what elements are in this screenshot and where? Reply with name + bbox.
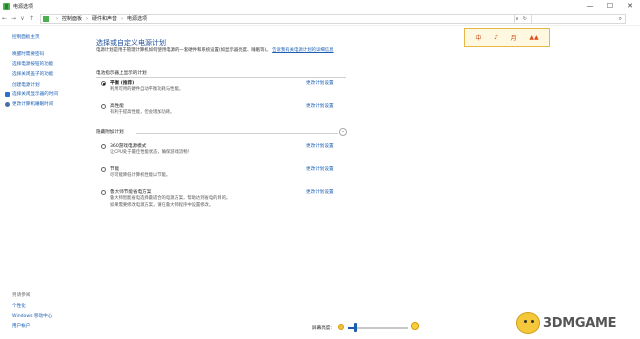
maximize-button[interactable]: ☐: [600, 0, 620, 12]
breadcrumb-power-options[interactable]: 电源选项: [127, 15, 147, 22]
plan-radio-power-saver[interactable]: [101, 167, 106, 172]
see-also-user-accounts[interactable]: 用户帐户: [12, 323, 30, 329]
see-also-mobility-center[interactable]: Windows 移动中心: [12, 313, 52, 319]
sidebar-link-display-off[interactable]: 选择关闭显示器的时间: [5, 91, 58, 97]
breadcrumb-hardware-sound[interactable]: 硬件和声音: [92, 15, 117, 22]
control-panel-icon: [43, 15, 49, 22]
watermark-text: 3DMGAME: [543, 315, 617, 331]
plan-radio-ludashi[interactable]: [101, 190, 106, 195]
plan-desc: 尽可能降低计算机性能以节能。: [110, 173, 171, 178]
breadcrumb-control-panel[interactable]: 控制面板: [62, 15, 82, 22]
plan-desc: 如果需要修改电源方案，请在鲁大师程序中设置修改。: [110, 203, 214, 208]
page-title: 选择或自定义电源计划: [96, 39, 166, 47]
plan-name: 高性能: [110, 104, 124, 109]
window-title: 电源选项: [13, 3, 34, 10]
watermark-logo: [516, 312, 540, 334]
brightness-slider[interactable]: [348, 327, 408, 329]
title-bar: 电源选项 — ☐ ✕: [0, 0, 640, 12]
see-also-heading: 另请参阅: [12, 293, 31, 298]
minimize-button[interactable]: —: [580, 0, 600, 12]
plan-desc: 有利于提高性能，但会增加功耗。: [110, 110, 175, 115]
plan-radio-360-game[interactable]: [101, 144, 106, 149]
sidebar-link-sleep[interactable]: 更改计算机睡眠时间: [5, 101, 53, 107]
power-options-icon: [3, 2, 10, 10]
moon-icon: [5, 101, 10, 107]
change-plan-link[interactable]: 更改计划设置: [306, 143, 334, 149]
plan-desc: 利用可用的硬件自动平衡功耗与性能。: [110, 87, 184, 92]
watermark: 3DMGAME: [516, 310, 638, 336]
search-input[interactable]: ⌕: [514, 14, 626, 24]
collapse-chevron-icon[interactable]: ⌃: [339, 128, 347, 136]
music-note-icon: ♪: [494, 34, 498, 41]
banner-char: 中: [475, 35, 482, 42]
brightness-high-icon: [411, 322, 419, 330]
brightness-slider-thumb[interactable]: [353, 323, 357, 332]
search-icon: ⌕: [618, 15, 622, 22]
plan-radio-high-performance[interactable]: [101, 104, 106, 109]
plan-radio-balanced[interactable]: [101, 81, 106, 86]
brightness-label: 屏幕亮度:: [312, 326, 332, 331]
back-arrow-icon[interactable]: ←: [0, 14, 9, 24]
sidebar-link-wake-password[interactable]: 唤醒时需要密码: [12, 51, 44, 57]
decorative-banner: 中 ♪ 月 ▲▲: [464, 28, 550, 47]
section-hidden-plans: 隐藏附加计划: [96, 130, 124, 135]
path-field[interactable]: › 控制面板 › 硬件和声音 › 电源选项 ∨ ↻: [40, 13, 532, 24]
plan-name: 平衡 (推荐): [110, 81, 135, 86]
plan-desc: 鲁大师智能省电选择最适合的电源方案，帮助达到省电的目的。: [110, 196, 231, 201]
sidebar-link-power-button[interactable]: 选择电源按钮的功能: [12, 61, 53, 67]
window-controls: — ☐ ✕: [580, 0, 640, 12]
forward-arrow-icon[interactable]: →: [9, 14, 18, 24]
up-arrow-icon[interactable]: ↑: [27, 14, 36, 24]
see-also-personalization[interactable]: 个性化: [12, 303, 26, 309]
plan-name: 鲁大师节能省电方案: [110, 190, 152, 195]
sidebar-link-lid[interactable]: 选择关闭盖子的功能: [12, 71, 53, 77]
plan-name: 节能: [110, 167, 120, 172]
change-plan-link[interactable]: 更改计划设置: [306, 80, 334, 86]
banner-char: 月: [510, 35, 517, 42]
divider: [96, 77, 346, 78]
brightness-low-icon: [338, 324, 344, 330]
change-plan-link[interactable]: 更改计划设置: [306, 189, 334, 195]
divider: [136, 133, 338, 134]
close-button[interactable]: ✕: [620, 0, 640, 12]
learn-more-link[interactable]: 告诉我有关电源计划的详细信息: [272, 48, 333, 53]
address-bar: ← → ∨ ↑ › 控制面板 › 硬件和声音 › 电源选项 ∨ ↻ ⌕: [0, 12, 640, 26]
change-plan-link[interactable]: 更改计划设置: [306, 103, 334, 109]
monitor-icon: [5, 91, 10, 97]
recent-chevron-icon[interactable]: ∨: [18, 14, 27, 24]
section-battery-plans: 电池指示器上显示的计划: [96, 71, 147, 76]
page-description: 电源计划是用于管理计算机如何使用电源的一套硬件和系统设置(如显示器亮度、睡眠等)…: [96, 48, 334, 53]
plan-desc: 让CPU处于最佳性能状态，确保游戏流畅！: [110, 150, 192, 155]
sidebar: 控制面板主页 唤醒时需要密码 选择电源按钮的功能 选择关闭盖子的功能 创建电源计…: [0, 26, 85, 339]
sidebar-home-link[interactable]: 控制面板主页: [12, 34, 40, 40]
change-plan-link[interactable]: 更改计划设置: [306, 166, 334, 172]
sidebar-link-create-plan[interactable]: 创建电源计划: [12, 82, 40, 88]
plan-name: 360游戏电源模式: [110, 144, 147, 149]
flame-icon: ▲▲: [529, 34, 539, 41]
